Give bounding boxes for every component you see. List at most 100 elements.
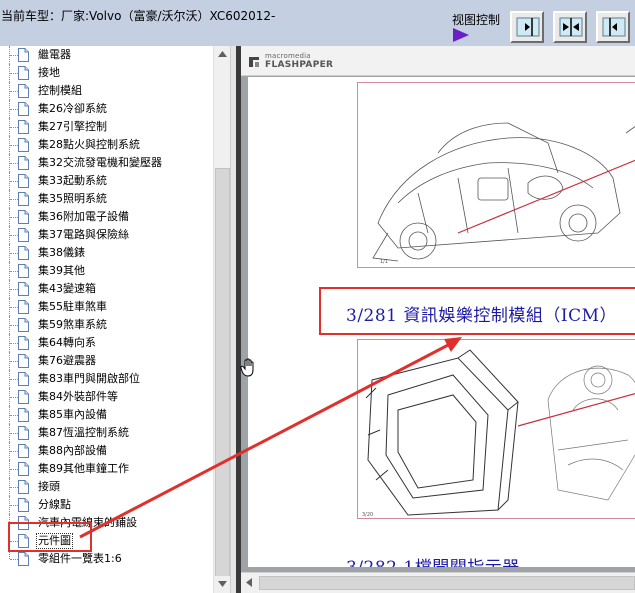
document-page: 1/1 3/281 資訊娛樂控制模組（ICM） 3/20 bbox=[248, 77, 635, 567]
document-icon bbox=[18, 444, 29, 458]
tree-connector bbox=[10, 145, 18, 146]
tree-connector bbox=[10, 217, 18, 218]
fig1-label: 1/1 bbox=[380, 259, 388, 265]
document-icon bbox=[18, 372, 29, 386]
tree-item-label: 集38儀錶 bbox=[38, 246, 85, 259]
tree-item[interactable]: 集55駐車煞車 bbox=[0, 298, 212, 316]
car-drawing: 1/1 bbox=[372, 122, 635, 265]
document-icon bbox=[18, 480, 29, 494]
tree-item[interactable]: 集27引擎控制 bbox=[0, 118, 212, 136]
tree-item[interactable]: 集39其他 bbox=[0, 262, 212, 280]
tree-item[interactable]: 集87恆溫控制系統 bbox=[0, 424, 212, 442]
tree-item-label: 集33起動系統 bbox=[38, 174, 107, 187]
tree-item-label: 集84外裝部件等 bbox=[38, 390, 118, 403]
tree-item[interactable]: 集32交流發電機和變壓器 bbox=[0, 154, 212, 172]
tree-item-label: 集55駐車煞車 bbox=[38, 300, 107, 313]
document-icon bbox=[18, 138, 29, 152]
tree-item[interactable]: 零組件一覽表1:6 bbox=[0, 550, 212, 568]
tree-connector bbox=[10, 289, 18, 290]
arrow-down-icon bbox=[218, 581, 227, 587]
viewer-scroll-thumb[interactable] bbox=[259, 576, 635, 590]
document-icon bbox=[18, 498, 29, 512]
tree-scroll-thumb[interactable] bbox=[215, 168, 230, 582]
view-right-button[interactable] bbox=[510, 11, 544, 43]
caption-icm: 3/281 資訊娛樂控制模組（ICM） bbox=[346, 306, 618, 326]
document-icon bbox=[18, 84, 29, 98]
scroll-left-button[interactable] bbox=[241, 573, 258, 593]
document-icon bbox=[18, 552, 29, 566]
panel-split-icon bbox=[559, 17, 583, 37]
tree-item[interactable]: 集36附加電子設備 bbox=[0, 208, 212, 226]
tree-item[interactable]: 集64轉向系 bbox=[0, 334, 212, 352]
document-icon bbox=[18, 300, 29, 314]
tree-connector bbox=[10, 505, 18, 506]
scroll-down-button[interactable] bbox=[214, 576, 231, 593]
tree-item[interactable]: 控制模組 bbox=[0, 82, 212, 100]
viewer-horizontal-scrollbar[interactable] bbox=[241, 572, 635, 593]
tree-connector bbox=[10, 559, 18, 560]
tree-connector bbox=[10, 451, 18, 452]
tree-connector bbox=[10, 361, 18, 362]
view-split-button[interactable] bbox=[553, 11, 587, 43]
tree-item[interactable]: 集85車內設備 bbox=[0, 406, 212, 424]
tree-connector bbox=[10, 55, 18, 56]
tree-connector bbox=[10, 235, 18, 236]
document-icon bbox=[18, 246, 29, 260]
tree-pane: 繼電器 接地 控制模組 集26冷卻系統 集27引擎控制 集28點火與控制系統 集32交流發電… bbox=[0, 46, 232, 593]
tree-connector bbox=[10, 307, 18, 308]
tree-connector bbox=[10, 415, 18, 416]
play-arrow-icon[interactable] bbox=[453, 28, 469, 42]
tree-connector bbox=[10, 433, 18, 434]
tree-scrollbar[interactable] bbox=[213, 46, 231, 593]
tree-connector bbox=[10, 109, 18, 110]
tree-item[interactable]: 繼電器 bbox=[0, 46, 212, 64]
header-bar: 当前车型：厂家:Volvo（富豪/沃尔沃）XC602012- 视图控制 bbox=[0, 0, 635, 46]
document-icon bbox=[18, 174, 29, 188]
tree-item[interactable]: 接地 bbox=[0, 64, 212, 82]
tree-item[interactable]: 分線點 bbox=[0, 496, 212, 514]
figure-car-interior: 1/1 bbox=[357, 82, 635, 268]
figure-icm-module: 3/20 bbox=[357, 339, 635, 519]
tree-connector bbox=[10, 91, 18, 92]
tree-item-label: 集43變速箱 bbox=[38, 282, 96, 295]
panel-left-icon bbox=[602, 17, 626, 37]
tree-item-label: 集37電路與保險絲 bbox=[38, 228, 129, 241]
tree-item-label: 集76避震器 bbox=[38, 354, 96, 367]
tree-item-label: 集88內部設備 bbox=[38, 444, 107, 457]
document-icon bbox=[18, 228, 29, 242]
arrow-left-icon bbox=[246, 578, 252, 587]
tree-item[interactable]: 接頭 bbox=[0, 478, 212, 496]
document-icon bbox=[18, 156, 29, 170]
tree-item-label: 集39其他 bbox=[38, 264, 85, 277]
tree-connector bbox=[10, 379, 18, 380]
tree-connector bbox=[10, 487, 18, 488]
tree-item[interactable]: 集35照明系統 bbox=[0, 190, 212, 208]
view-left-button[interactable] bbox=[596, 11, 630, 43]
tree-item[interactable]: 集83車門與開啟部位 bbox=[0, 370, 212, 388]
tree-item-label: 零組件一覽表1:6 bbox=[38, 552, 122, 565]
tree-item[interactable]: 集84外裝部件等 bbox=[0, 388, 212, 406]
document-viewer[interactable]: macromedia FLASHPAPER 1/1 3/281 資訊娛樂控制模組… bbox=[241, 46, 635, 593]
view-control-label: 视图控制 bbox=[452, 13, 501, 27]
document-icon bbox=[18, 282, 29, 296]
document-icon bbox=[18, 318, 29, 332]
tree-item[interactable]: 集88內部設備 bbox=[0, 442, 212, 460]
flashpaper-toolbar: macromedia FLASHPAPER bbox=[241, 46, 635, 76]
tree-item[interactable]: 集89其他車鐘工作 bbox=[0, 460, 212, 478]
tree-item[interactable]: 集26冷卻系統 bbox=[0, 100, 212, 118]
document-icon bbox=[18, 102, 29, 116]
icm-module-drawing: 3/20 bbox=[362, 349, 635, 518]
macromedia-logo-icon bbox=[249, 57, 259, 67]
tree-item[interactable]: 集76避震器 bbox=[0, 352, 212, 370]
tree-item[interactable]: 集38儀錶 bbox=[0, 244, 212, 262]
tree-item[interactable]: 集28點火與控制系統 bbox=[0, 136, 212, 154]
tree-item[interactable]: 集33起動系統 bbox=[0, 172, 212, 190]
panel-right-icon bbox=[516, 17, 540, 37]
document-icon bbox=[18, 48, 29, 62]
tree-item[interactable]: 集37電路與保險絲 bbox=[0, 226, 212, 244]
tree-item[interactable]: 集43變速箱 bbox=[0, 280, 212, 298]
tree-connector bbox=[10, 163, 18, 164]
scroll-up-button[interactable] bbox=[214, 46, 231, 63]
document-icon bbox=[18, 426, 29, 440]
tree-item[interactable]: 集59煞車系統 bbox=[0, 316, 212, 334]
